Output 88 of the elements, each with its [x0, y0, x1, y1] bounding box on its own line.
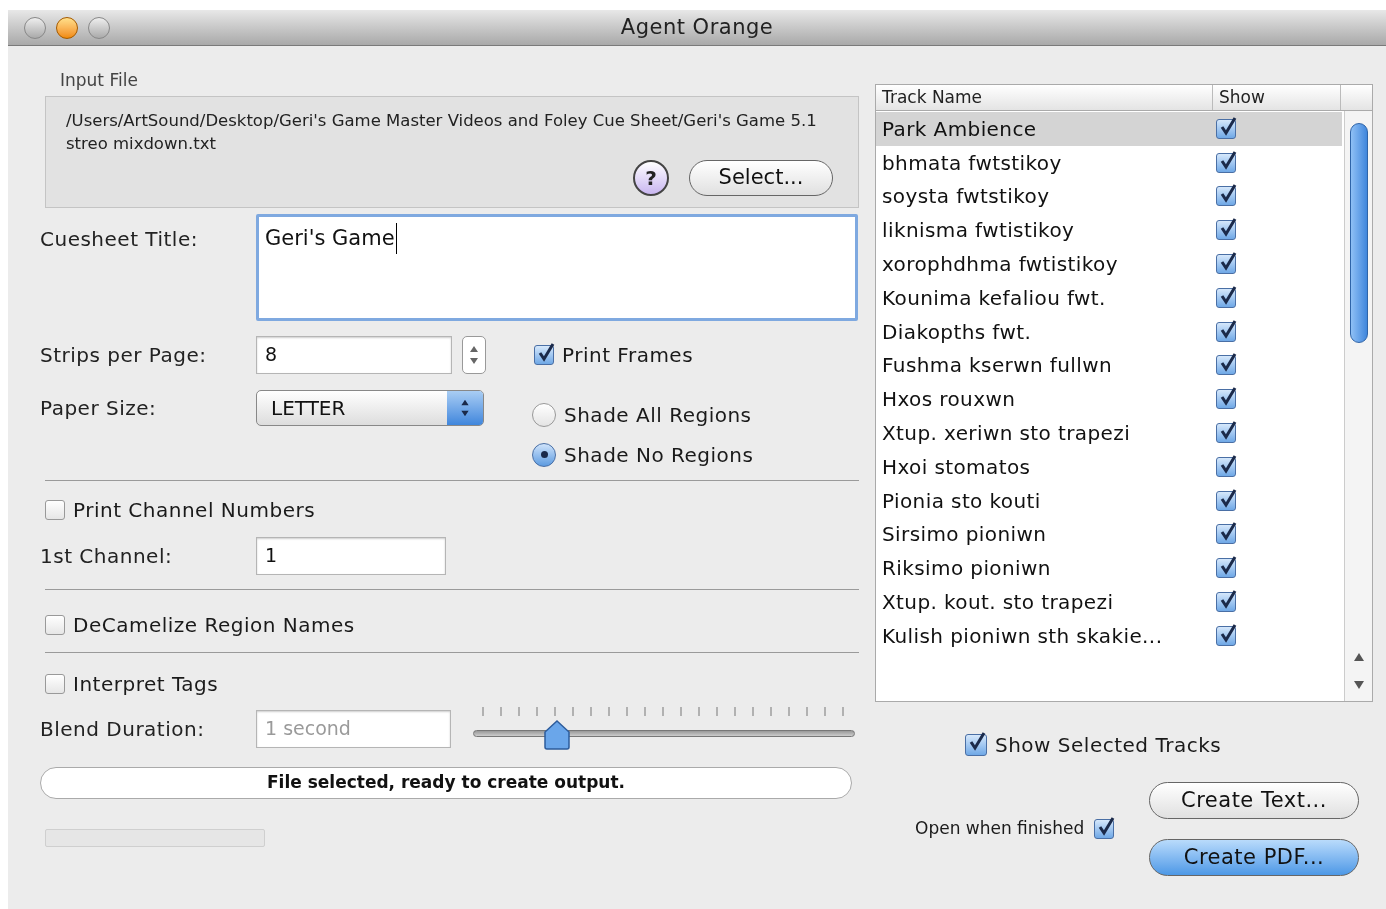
radio-button[interactable] [532, 402, 556, 427]
minimize-button[interactable] [56, 17, 78, 39]
checkmark-icon [1218, 385, 1238, 408]
checkmark-icon [967, 730, 987, 752]
track-name: Hxoi stomatos [881, 453, 1032, 481]
radio-label: Shade No Regions [564, 441, 754, 469]
checkbox[interactable] [45, 673, 65, 694]
checkbox[interactable] [1216, 592, 1236, 613]
track-name: Riksimo pioniwn [881, 555, 1052, 583]
checkbox[interactable] [1216, 558, 1236, 579]
strips-field[interactable]: 8 [256, 335, 452, 374]
file-path: /Users/ArtSound/Desktop/Geri's Game Master Videos and Foley Cue Sheet/Geri's Game 5.1 streo mixdown.txt [66, 109, 818, 155]
field-label: Blend Duration: [40, 715, 206, 743]
checkbox[interactable] [1216, 355, 1236, 376]
checkbox-label: DeCamelize Region Names [73, 611, 355, 639]
window-title: Agent Orange [620, 13, 774, 41]
checkbox-label: Print Frames [562, 341, 694, 369]
checkmark-icon [1218, 182, 1238, 205]
checkmark-icon [1218, 419, 1238, 442]
track-name: Pionia sto kouti [881, 487, 1042, 515]
track-name: Fushma kserwn fullwn [881, 352, 1114, 380]
track-name: Hxos rouxwn [881, 386, 1017, 414]
status-bar: File selected, ready to create output. [40, 766, 852, 799]
blend-slider[interactable] [473, 706, 855, 751]
checkmark-icon [1218, 351, 1238, 374]
checkbox[interactable] [45, 614, 65, 635]
zoom-button[interactable] [88, 17, 110, 39]
first-channel-field[interactable]: 1 [256, 536, 446, 575]
track-name: bhmata fwtstikoy [881, 149, 1063, 177]
title-field[interactable]: Geri's Game [256, 213, 858, 321]
checkbox-label: Show Selected Tracks [995, 732, 1222, 759]
track-name: Kounima kefaliou fwt. [881, 284, 1107, 312]
action-button[interactable]: Create PDF... [1149, 839, 1359, 876]
column-header[interactable]: Show [1213, 85, 1341, 110]
track-name: Kulish pioniwn sth skakie... [881, 622, 1164, 650]
action-button[interactable]: Create Text... [1149, 782, 1359, 819]
checkmark-icon [1096, 815, 1117, 837]
checkbox[interactable] [1216, 118, 1236, 139]
checkbox[interactable] [1216, 254, 1236, 275]
checkmark-icon [1218, 250, 1238, 273]
radio-label: Shade All Regions [564, 401, 752, 429]
checkbox-label: Open when finished [915, 817, 1085, 841]
close-button[interactable] [24, 17, 46, 39]
checkbox[interactable] [1216, 524, 1236, 545]
track-name: Diakopths fwt. [881, 318, 1033, 346]
checkbox[interactable] [1216, 456, 1236, 477]
checkbox[interactable] [1216, 490, 1236, 511]
checkbox[interactable] [1216, 389, 1236, 410]
column-header[interactable]: Track Name [876, 85, 1213, 110]
track-name: Xtup. kout. sto trapezi [881, 589, 1115, 617]
checkbox[interactable] [1216, 287, 1236, 308]
checkbox[interactable] [1216, 321, 1236, 342]
checkbox[interactable] [1216, 186, 1236, 207]
scroll-thumb[interactable] [1350, 123, 1368, 343]
checkmark-icon [1218, 588, 1238, 611]
checkbox[interactable] [1216, 423, 1236, 444]
track-name: liknisma fwtistikoy [881, 217, 1076, 245]
track-row[interactable]: Park Ambience [876, 112, 1342, 146]
scrollbar[interactable] [1344, 111, 1372, 701]
checkmark-icon [1218, 216, 1238, 239]
track-name: Xtup. xeriwn sto trapezi [881, 420, 1132, 448]
field-label: Strips per Page: [40, 341, 208, 369]
checkbox[interactable] [965, 734, 987, 756]
checkbox[interactable] [1216, 152, 1236, 173]
radio-button[interactable] [532, 442, 556, 467]
track-name: soysta fwtstikoy [881, 183, 1051, 211]
select-button[interactable]: Select... [689, 159, 833, 196]
field-value: Geri's Game [265, 222, 397, 254]
checkbox[interactable] [1216, 625, 1236, 646]
group-title: Input File [60, 69, 139, 92]
track-name: xorophdhma fwtistikoy [881, 251, 1119, 279]
checkbox[interactable] [1094, 819, 1115, 839]
field-label: 1st Channel: [40, 542, 174, 570]
checkmark-icon [1218, 520, 1238, 543]
track-name: Park Ambience [881, 115, 1038, 143]
track-name: Sirsimo pioniwn [881, 521, 1048, 549]
stepper[interactable] [462, 335, 486, 374]
checkbox-label: Interpret Tags [73, 670, 219, 698]
paper-size-dropdown[interactable]: LETTER [256, 389, 484, 426]
checkbox-label: Print Channel Numbers [73, 496, 316, 524]
checkbox[interactable] [45, 499, 65, 520]
field-label: Paper Size: [40, 394, 158, 422]
field-label: Cuesheet Title: [40, 225, 199, 253]
checkmark-icon [1218, 554, 1238, 577]
help-button[interactable]: ? [633, 159, 669, 196]
checkbox[interactable] [1216, 220, 1236, 241]
scroll-arrows-icon [1353, 651, 1365, 691]
checkbox[interactable] [534, 344, 554, 365]
